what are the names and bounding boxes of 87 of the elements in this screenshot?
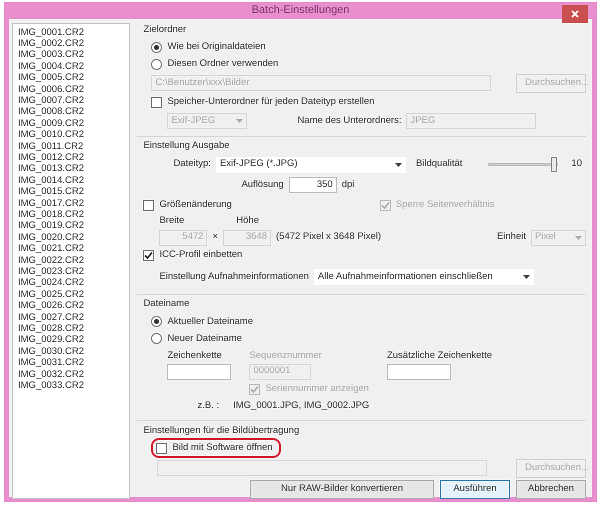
window-title: Batch-Einstellungen: [252, 3, 350, 18]
group-heading: Einstellung Ausgabe: [143, 138, 230, 153]
group-heading: Einstellungen für die Bildübertragung: [143, 424, 300, 438]
file-item[interactable]: IMG_0033.CR2: [18, 380, 84, 392]
button[interactable]: Nur RAW-Bilder konvertieren: [250, 480, 434, 499]
file-item[interactable]: IMG_0025.CR2: [18, 288, 84, 300]
dropdown[interactable]: Exif-JPEG (*.JPG): [216, 156, 406, 172]
checkbox[interactable]: [156, 442, 168, 454]
radio-button[interactable]: [151, 333, 162, 344]
file-item[interactable]: IMG_0002.CR2: [18, 38, 84, 49]
file-item[interactable]: IMG_0010.CR2: [18, 129, 84, 140]
field-label: Dateityp:: [173, 157, 211, 172]
checkbox-label: Seriennummer anzeigen: [265, 382, 369, 396]
close-icon: [571, 10, 579, 18]
file-item[interactable]: IMG_0030.CR2: [18, 346, 84, 357]
file-item[interactable]: IMG_0032.CR2: [18, 368, 84, 380]
text-field[interactable]: 350: [288, 177, 337, 193]
file-item[interactable]: IMG_0019.CR2: [18, 220, 84, 232]
file-item[interactable]: IMG_0004.CR2: [18, 60, 84, 72]
field-label: Name des Unterordners:: [297, 114, 402, 128]
field-label: Zusätzliche Zeichenkette: [386, 349, 492, 364]
file-item[interactable]: IMG_0017.CR2: [18, 198, 84, 209]
file-item[interactable]: IMG_0028.CR2: [18, 323, 84, 334]
checkbox[interactable]: [143, 250, 154, 261]
slider-value: 10: [571, 157, 582, 172]
file-item[interactable]: IMG_0027.CR2: [18, 312, 84, 323]
example-text: IMG_0001.JPG, IMG_0002.JPG: [233, 399, 370, 414]
file-item[interactable]: IMG_0020.CR2: [18, 232, 84, 243]
checkbox-label: Sperre Seitenverhältnis: [396, 198, 495, 212]
group-heading: Zielordner: [143, 22, 186, 36]
field-label: Höhe: [236, 214, 259, 228]
dropdown[interactable]: Alle Aufnahmeinformationen einschließen: [314, 269, 534, 285]
caret-icon: [522, 275, 530, 279]
unit-label: dpi: [342, 178, 354, 192]
field-label: Einstellung Aufnahmeinformationen: [159, 270, 309, 284]
field-label: Sequenznummer: [249, 349, 323, 364]
file-item[interactable]: IMG_0011.CR2: [18, 140, 84, 152]
file-item[interactable]: IMG_0024.CR2: [18, 277, 84, 288]
field-label: Bildqualität: [416, 157, 462, 172]
file-item[interactable]: IMG_0001.CR2: [18, 26, 84, 38]
file-item[interactable]: IMG_0005.CR2: [18, 72, 84, 84]
checkbox-label: Speicher-Unterordner für jeden Dateityp erstellen: [167, 95, 374, 110]
close-button[interactable]: [562, 5, 588, 23]
file-item[interactable]: IMG_0026.CR2: [18, 300, 84, 312]
file-item[interactable]: IMG_0014.CR2: [18, 174, 84, 186]
file-item[interactable]: IMG_0006.CR2: [18, 84, 84, 95]
text-field[interactable]: [167, 364, 232, 380]
caret-icon: [394, 162, 402, 166]
group-heading: Dateiname: [143, 297, 190, 311]
checkbox[interactable]: [151, 96, 162, 108]
text-field[interactable]: [386, 364, 451, 380]
field-label: Auflösung: [241, 178, 284, 192]
slider-thumb[interactable]: [551, 157, 558, 172]
file-item[interactable]: IMG_0008.CR2: [18, 106, 84, 118]
file-item[interactable]: IMG_0023.CR2: [18, 266, 84, 278]
file-item[interactable]: IMG_0009.CR2: [18, 118, 84, 129]
radio-label: Wie bei Originaldateien: [167, 40, 266, 54]
field-label: Einheit: [496, 230, 526, 244]
radio-label: Diesen Ordner verwenden: [167, 57, 278, 72]
file-item[interactable]: IMG_0015.CR2: [18, 186, 84, 198]
radio-label: Neuer Dateiname: [167, 332, 242, 346]
file-item[interactable]: IMG_0003.CR2: [18, 49, 84, 60]
file-item[interactable]: IMG_0031.CR2: [18, 357, 84, 368]
file-item[interactable]: IMG_0022.CR2: [18, 254, 84, 266]
caret-icon: [575, 236, 582, 240]
file-item[interactable]: IMG_0029.CR2: [18, 334, 84, 346]
checkbox[interactable]: [143, 200, 154, 211]
radio-button[interactable]: [151, 42, 162, 53]
button[interactable]: Abbrechen: [516, 480, 586, 499]
file-item[interactable]: IMG_0021.CR2: [18, 243, 84, 254]
file-item[interactable]: IMG_0007.CR2: [18, 94, 84, 106]
field-label: Breite: [159, 214, 184, 228]
field-label: Zeichenkette: [167, 349, 223, 364]
radio-button[interactable]: [151, 316, 162, 328]
checkbox-label: ICC-Profil einbetten: [159, 248, 242, 262]
example-label: z.B. :: [197, 399, 220, 414]
checkbox-label: Größenänderung: [159, 198, 232, 212]
radio-button[interactable]: [151, 58, 162, 70]
button[interactable]: Ausführen: [440, 480, 510, 499]
size-info: (5472 Pixel x 3648 Pixel): [276, 230, 382, 244]
file-item[interactable]: IMG_0013.CR2: [18, 163, 84, 174]
file-item[interactable]: IMG_0018.CR2: [18, 209, 84, 220]
times-sign: ×: [212, 230, 218, 244]
file-item[interactable]: IMG_0012.CR2: [18, 152, 84, 163]
caret-icon: [236, 119, 244, 124]
checkbox-label: Bild mit Software öffnen: [172, 441, 273, 456]
radio-label: Aktueller Dateiname: [167, 314, 253, 329]
